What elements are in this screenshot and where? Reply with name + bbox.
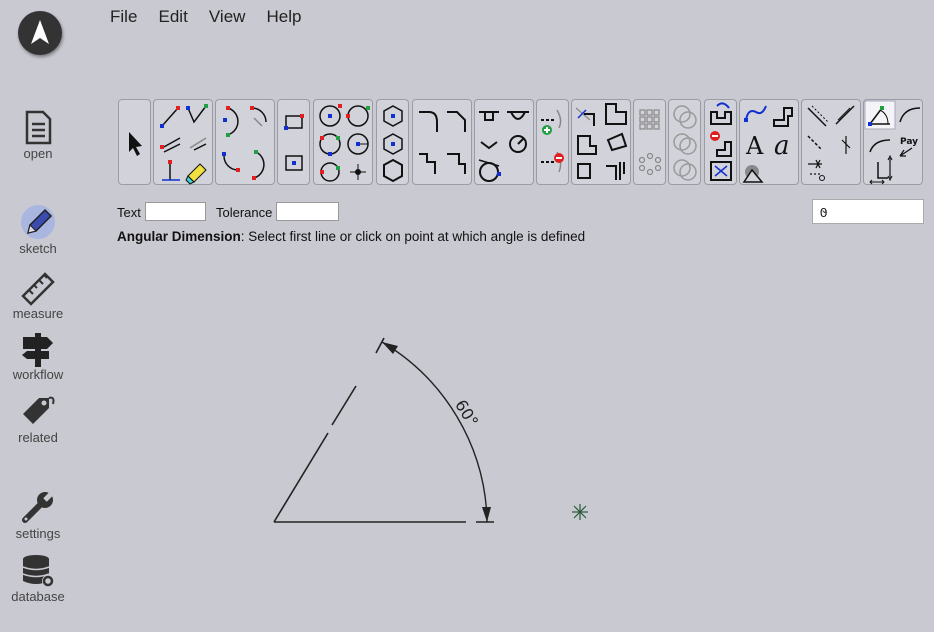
layer-select[interactable]: 0 ⌄ [812,199,924,224]
sidebar-label-database: database [11,589,65,604]
logo-arrow-icon [31,20,49,44]
sidebar-label-workflow: workflow [12,367,64,382]
sidebar-item-settings[interactable]: settings [0,490,76,541]
tool-group-add-remove[interactable] [536,99,569,185]
tool-group-boolean[interactable] [668,99,701,185]
arc-tools-icon [222,106,267,180]
polygon-tools-icon [383,105,403,183]
add-remove-tools-icon [541,109,564,173]
sidebar-label-related: related [18,430,58,445]
sidebar-item-measure[interactable]: measure [0,270,76,321]
tool-group-blocks[interactable] [704,99,737,185]
sidebar-item-open[interactable]: open [0,110,76,161]
tool-group-slots[interactable] [474,99,534,185]
rectangle-tools-icon [284,114,304,171]
signpost-icon [22,333,53,367]
document-icon [25,110,52,145]
text-tool-glyph: A [745,132,764,160]
text-field-label: Text [117,205,141,220]
tool-group-circles[interactable] [313,99,373,185]
pencil-icon [21,205,55,239]
tool-group-dimensions[interactable] [801,99,861,185]
app-logo[interactable] [18,11,62,55]
array-tools-icon [638,109,662,176]
wrench-icon [22,490,55,523]
tags-icon [23,396,55,424]
line-tools-icon [160,104,208,185]
tool-group-angular-dimension[interactable]: Pay [863,99,923,185]
circle-tools-icon [319,104,370,182]
status-tool-name: Angular Dimension [117,229,241,244]
tool-select[interactable] [118,99,151,185]
tool-group-polygons[interactable] [376,99,409,185]
drawing-canvas[interactable]: 60° [76,250,934,632]
tolerance-field-label: Tolerance [216,205,273,220]
trim-tools-icon [575,103,628,180]
sidebar-item-sketch[interactable]: sketch [0,203,76,256]
script-text-glyph: a [774,131,790,161]
text-input[interactable] [145,202,206,221]
tool-group-lines[interactable] [153,99,213,185]
tool-group-text[interactable]: A a [739,99,799,185]
menu-edit[interactable]: Edit [159,7,188,27]
angle-dimension-label: 60° [451,396,482,430]
sidebar-item-workflow[interactable]: workflow [0,331,76,382]
sidebar-item-related[interactable]: related [0,394,76,445]
dimension-tools-icon [807,105,855,181]
boolean-tools-icon [673,105,697,181]
tool-group-arcs[interactable] [215,99,275,185]
select-arrow-icon [129,132,142,156]
menu-file[interactable]: File [110,7,137,27]
sidebar-label-sketch: sketch [19,241,57,256]
chevron-down-icon: ⌄ [820,204,830,216]
sidebar-label-measure: measure [12,306,64,321]
dimension-arrowhead-top [382,342,398,354]
angle-dimension-arc[interactable] [381,341,488,519]
menu-bar: File Edit View Help [110,7,318,29]
menu-view[interactable]: View [209,7,246,27]
cursor-crosshair-icon [572,504,588,520]
inclined-line-lower[interactable] [273,432,329,523]
database-icon [22,555,54,587]
status-message: Angular Dimension: Select first line or … [117,229,585,244]
ruler-icon [21,272,55,306]
sidebar: open sketch measure workflow related set… [0,0,76,632]
angular-dimension-tools-icon: Pay [864,100,921,185]
sidebar-label-settings: settings [15,526,61,541]
tolerance-input[interactable] [276,202,339,221]
tool-group-rectangles[interactable] [277,99,310,185]
inclined-line-upper[interactable] [375,337,385,354]
sidebar-item-database[interactable]: database [0,553,76,604]
block-tools-icon [710,102,732,181]
tool-group-fillets[interactable] [412,99,472,185]
sidebar-label-open: open [23,146,53,161]
inclined-line-middle[interactable] [331,385,357,426]
status-text: : Select first line or click on point at… [240,229,586,244]
fillet-tools-icon [419,111,466,174]
slot-tools-icon [478,111,529,182]
tool-group-trim[interactable] [571,99,631,185]
pay-label: Pay [900,137,918,147]
menu-help[interactable]: Help [267,7,302,27]
text-tools-icon: A a [742,105,793,183]
tool-group-arrays[interactable] [633,99,666,185]
